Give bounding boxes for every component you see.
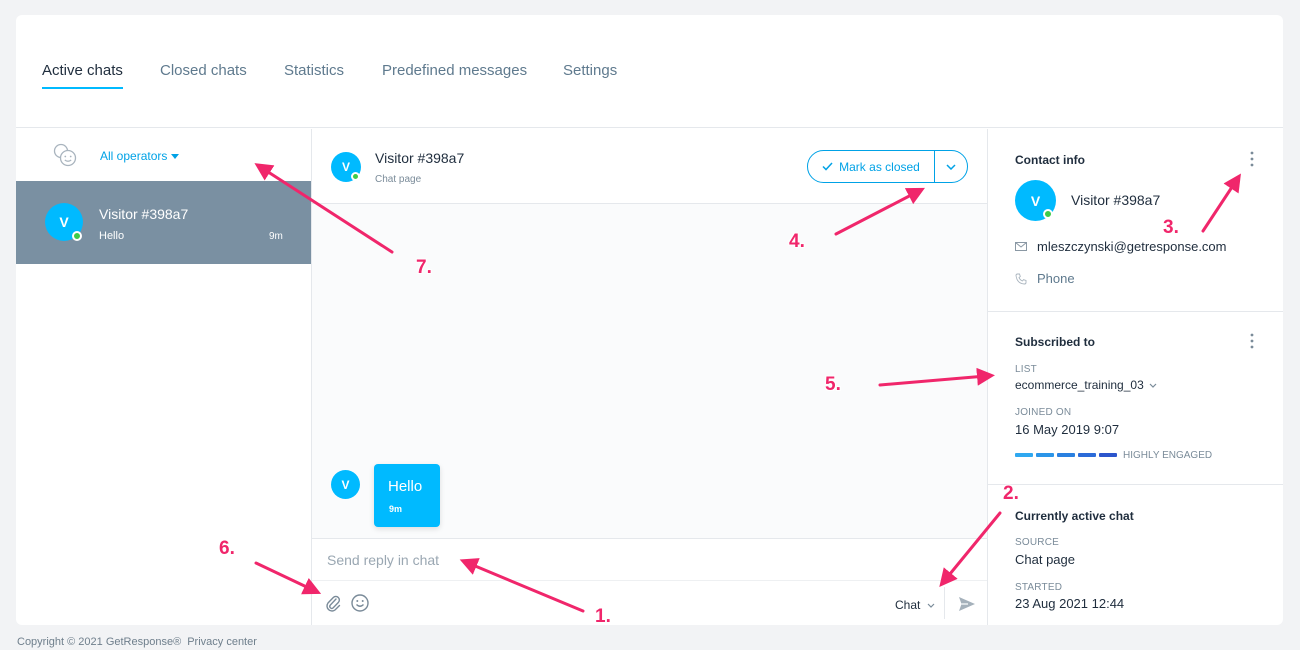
attachment-icon[interactable] — [323, 593, 343, 613]
annotation-3: 3. — [1163, 217, 1179, 238]
source-label: SOURCE — [1015, 537, 1059, 548]
contact-avatar: V — [1015, 180, 1056, 221]
tab-settings[interactable]: Settings — [563, 62, 617, 79]
contact-name: Visitor #398a7 — [1071, 192, 1161, 208]
conversation-panel: V Visitor #398a7 Chat page Mark as close… — [312, 129, 987, 625]
engagement-bar — [1036, 453, 1054, 457]
mark-as-closed-group: Mark as closed — [807, 150, 968, 183]
annotation-7: 7. — [416, 257, 432, 278]
tab-statistics[interactable]: Statistics — [284, 62, 344, 79]
contact-email-row[interactable]: mleszczynski@getresponse.com — [1015, 239, 1226, 254]
avatar: V — [45, 203, 83, 241]
message-text: Hello — [388, 478, 423, 495]
contact-details-panel: Contact info V Visitor #398a7 mleszczyns… — [987, 129, 1283, 625]
tab-active-chats[interactable]: Active chats — [42, 62, 123, 89]
avatar-initial: V — [1030, 192, 1041, 209]
mark-as-closed-label: Mark as closed — [839, 159, 920, 174]
message-bubble: Hello 9m — [374, 464, 440, 527]
source-value: Chat page — [1015, 552, 1075, 567]
avatar: V — [331, 152, 361, 182]
online-status-dot — [72, 231, 82, 241]
phone-icon — [1015, 273, 1027, 284]
tab-predefined-messages[interactable]: Predefined messages — [382, 62, 527, 79]
chevron-down-icon — [1149, 383, 1157, 389]
reply-input[interactable] — [312, 539, 987, 581]
online-status-dot — [351, 172, 360, 181]
chat-list-item[interactable]: V Visitor #398a7 Hello 9m — [16, 181, 311, 264]
channel-label: Chat — [895, 598, 921, 612]
joined-label: JOINED ON — [1015, 407, 1072, 418]
message-time: 9m — [389, 504, 403, 514]
more-options-icon[interactable] — [1247, 332, 1257, 350]
copyright-text: Copyright © 2021 GetResponse® — [17, 636, 182, 648]
conversation-visitor-name: Visitor #398a7 — [375, 150, 465, 166]
footer: Copyright © 2021 GetResponse® Privacy cen… — [17, 636, 257, 648]
emoji-icon[interactable] — [350, 593, 370, 613]
message-avatar: V — [331, 470, 360, 499]
chevron-down-icon — [927, 603, 935, 609]
mark-as-closed-dropdown[interactable] — [935, 151, 967, 182]
avatar-initial: V — [341, 160, 350, 174]
started-value: 23 Aug 2021 12:44 — [1015, 596, 1125, 611]
started-label: STARTED — [1015, 582, 1063, 593]
joined-value: 16 May 2019 9:07 — [1015, 422, 1120, 437]
subscribed-title: Subscribed to — [1015, 335, 1096, 349]
chat-list-panel: All operators V Visitor #398a7 Hello 9m — [16, 129, 312, 625]
operators-filter-dropdown[interactable]: All operators — [100, 149, 180, 163]
chat-app-card: Active chats Closed chats Statistics Pre… — [16, 15, 1283, 625]
avatar-initial: V — [59, 214, 69, 230]
chat-last-message: Hello — [99, 230, 125, 242]
mail-icon — [1015, 242, 1027, 251]
annotation-2: 2. — [1003, 483, 1019, 504]
divider — [944, 587, 945, 619]
annotation-1: 1. — [595, 606, 611, 627]
contact-info-section: Contact info V Visitor #398a7 mleszczyns… — [988, 129, 1283, 312]
caret-down-icon — [171, 154, 180, 160]
engagement-meter — [1015, 453, 1117, 457]
tab-bar: Active chats Closed chats Statistics Pre… — [16, 15, 1283, 128]
list-label: LIST — [1015, 364, 1037, 375]
operators-icon — [53, 143, 77, 167]
operators-filter-label: All operators — [100, 149, 168, 163]
engagement-bar — [1015, 453, 1033, 457]
annotation-6: 6. — [219, 538, 235, 559]
engagement-bar — [1099, 453, 1117, 457]
chevron-down-icon — [946, 163, 956, 170]
contact-phone-row[interactable]: Phone — [1015, 271, 1075, 286]
privacy-center-link[interactable]: Privacy center — [187, 636, 257, 648]
contact-info-title: Contact info — [1015, 153, 1085, 167]
online-status-dot — [1043, 209, 1053, 219]
subscribed-section: Subscribed to LIST ecommerce_training_03… — [988, 312, 1283, 485]
active-chat-section: Currently active chat SOURCE Chat page S… — [988, 485, 1283, 625]
list-value: ecommerce_training_03 — [1015, 378, 1144, 392]
contact-phone: Phone — [1037, 271, 1075, 286]
chat-time: 9m — [269, 231, 283, 242]
conversation-header: V Visitor #398a7 Chat page Mark as close… — [312, 129, 987, 204]
tab-closed-chats[interactable]: Closed chats — [160, 62, 247, 79]
chat-visitor-name: Visitor #398a7 — [99, 206, 189, 222]
engagement-label: HIGHLY ENGAGED — [1123, 450, 1213, 461]
send-icon[interactable] — [956, 593, 978, 615]
annotation-4: 4. — [789, 231, 805, 252]
more-options-icon[interactable] — [1247, 150, 1257, 168]
conversation-source: Chat page — [375, 174, 422, 185]
contact-email: mleszczynski@getresponse.com — [1037, 239, 1227, 254]
check-icon — [822, 162, 833, 171]
annotation-5: 5. — [825, 374, 841, 395]
reply-composer: Chat — [312, 538, 987, 625]
channel-select[interactable]: Chat — [895, 598, 935, 612]
active-chat-title: Currently active chat — [1015, 509, 1134, 523]
engagement-bar — [1078, 453, 1096, 457]
engagement-bar — [1057, 453, 1075, 457]
mark-as-closed-button[interactable]: Mark as closed — [808, 151, 935, 182]
avatar-initial: V — [341, 477, 350, 492]
list-select[interactable]: ecommerce_training_03 — [1015, 378, 1157, 392]
